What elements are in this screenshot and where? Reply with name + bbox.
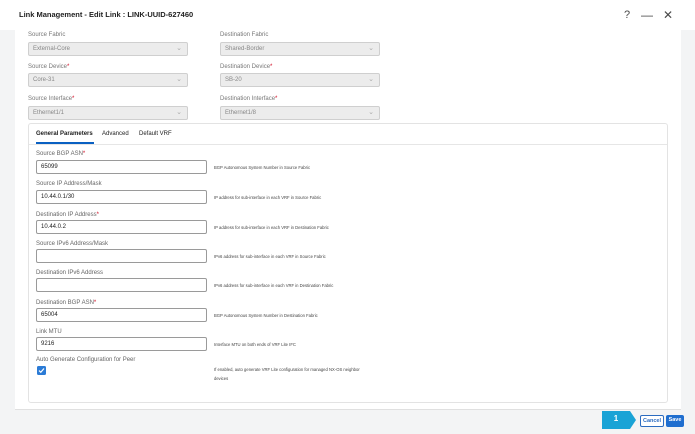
auto-generate-help: If enabled, auto generate VRF Lite confi… (214, 367, 360, 372)
destination-bgp-asn-label: Destination BGP ASN* (36, 300, 97, 306)
source-ipv6-label: Source IPv6 Address/Mask (36, 241, 109, 247)
close-icon[interactable]: ✕ (661, 6, 675, 24)
step-number: 1 (613, 414, 619, 423)
source-bgp-asn-label: Source BGP ASN* (36, 151, 86, 157)
link-mtu-label: Link MTU (36, 329, 62, 335)
source-interface-label: Source Interface* (28, 96, 75, 102)
dialog-title: Link Management - Edit Link : LINK-UUID-… (19, 10, 194, 19)
destination-ipv6-label: Destination IPv6 Address (36, 270, 104, 276)
chevron-down-icon: ⌄ (176, 45, 182, 52)
chevron-down-icon: ⌄ (176, 76, 182, 83)
source-fabric-select[interactable]: External-Core ⌄ (28, 42, 188, 56)
source-device-label: Source Device* (28, 64, 70, 70)
auto-generate-label: Auto Generate Configuration for Peer (36, 357, 136, 363)
tab-general-parameters[interactable]: General Parameters (36, 131, 93, 137)
destination-device-label: Destination Device* (220, 64, 273, 70)
source-ipv6-help: IPv6 address for sub-interface in each V… (214, 254, 326, 259)
source-ip-input[interactable]: 10.44.0.1/30 (36, 190, 207, 204)
destination-ip-label: Destination IP Address* (36, 212, 99, 218)
destination-ipv6-help: IPv6 address for sub-interface in each V… (214, 283, 334, 288)
destination-bgp-asn-help: BGP Autonomous System Number in Destinat… (214, 313, 318, 318)
link-mtu-input[interactable]: 9216 (36, 337, 207, 351)
destination-device-select[interactable]: SB-20 ⌄ (220, 73, 380, 87)
cancel-button[interactable]: Cancel (640, 415, 664, 427)
dialog-header: Link Management - Edit Link : LINK-UUID-… (0, 0, 695, 30)
checkmark-icon (38, 368, 45, 374)
source-interface-select[interactable]: Ethernet1/1 ⌄ (28, 106, 188, 120)
source-ip-help: IP address for sub-interface in each VRF… (214, 195, 322, 200)
step-badge: 1 (602, 411, 636, 429)
tab-divider (29, 144, 667, 145)
minimize-icon[interactable]: — (640, 6, 654, 24)
help-icon[interactable]: ? (621, 6, 633, 24)
source-bgp-asn-help: BGP Autonomous System Number in Source F… (214, 165, 311, 170)
destination-fabric-label: Destination Fabric (220, 32, 269, 38)
source-ip-label: Source IP Address/Mask (36, 181, 102, 187)
source-fabric-label: Source Fabric (28, 32, 66, 38)
edit-link-panel: Source Fabric External-Core ⌄ Destination… (15, 30, 681, 410)
chevron-down-icon: ⌄ (368, 76, 374, 83)
parameters-card: General Parameters Advanced Default VRF … (28, 123, 668, 403)
source-bgp-asn-input[interactable]: 65099 (36, 160, 207, 174)
destination-bgp-asn-input[interactable]: 65004 (36, 308, 207, 322)
tab-advanced[interactable]: Advanced (102, 131, 129, 137)
source-device-select[interactable]: Core-31 ⌄ (28, 73, 188, 87)
destination-ip-input[interactable]: 10.44.0.2 (36, 220, 207, 234)
destination-ip-help: IP address for sub-interface in each VRF… (214, 225, 329, 230)
link-mtu-help: Interface MTU on both ends of VRF Lite I… (214, 342, 296, 347)
save-button[interactable]: Save (666, 415, 684, 427)
auto-generate-checkbox[interactable] (37, 366, 46, 375)
source-ipv6-input[interactable] (36, 249, 207, 263)
destination-fabric-select[interactable]: Shared-Border ⌄ (220, 42, 380, 56)
chevron-down-icon: ⌄ (368, 109, 374, 116)
auto-generate-help-cont: devices (214, 376, 229, 381)
chevron-down-icon: ⌄ (368, 45, 374, 52)
tab-default-vrf[interactable]: Default VRF (139, 131, 172, 137)
destination-interface-label: Destination Interface* (220, 96, 278, 102)
destination-interface-select[interactable]: Ethernet1/8 ⌄ (220, 106, 380, 120)
destination-ipv6-input[interactable] (36, 278, 207, 292)
chevron-down-icon: ⌄ (176, 109, 182, 116)
